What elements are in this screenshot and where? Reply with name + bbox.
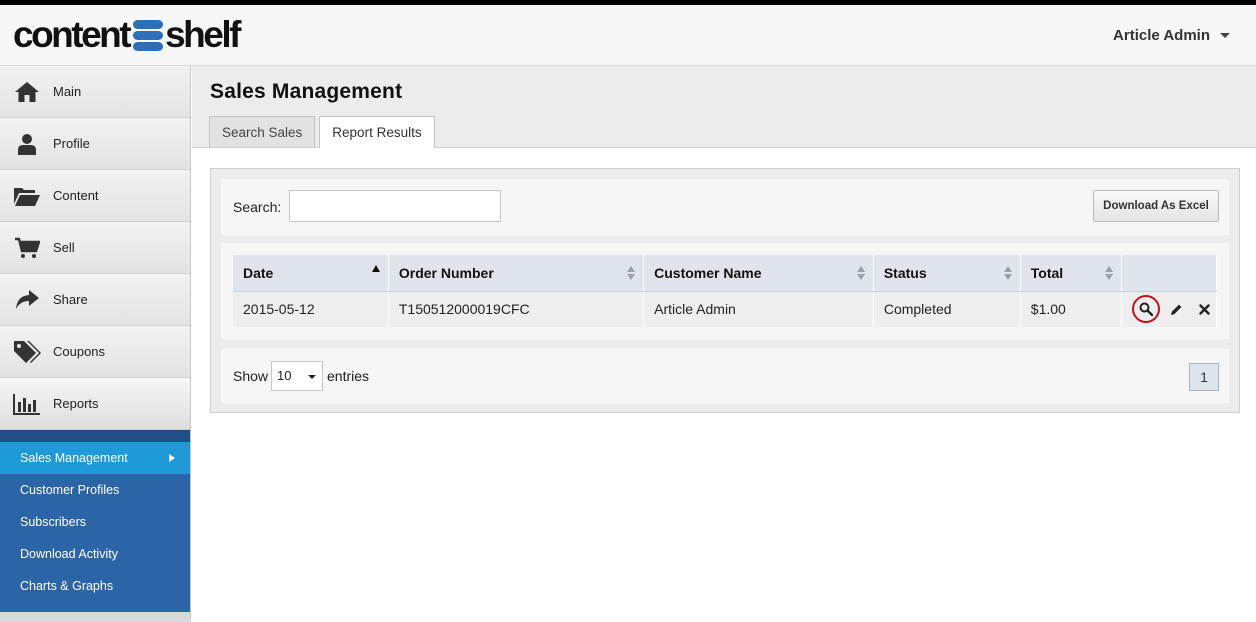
column-header-date[interactable]: Date <box>233 255 389 292</box>
column-header-label: Total <box>1030 264 1064 281</box>
sidebar-item-label: Sell <box>53 240 75 255</box>
sidebar-item-sell[interactable]: Sell <box>0 222 190 274</box>
sidebar: Main Profile Content Sell Share Coupons <box>0 66 191 622</box>
subnav-sales-management[interactable]: Sales Management <box>0 442 190 474</box>
app-header: content shelf Article Admin <box>0 5 1256 66</box>
caret-down-icon <box>1220 33 1230 38</box>
column-header-actions <box>1121 255 1218 292</box>
sidebar-item-content[interactable]: Content <box>0 170 190 222</box>
tab-search-sales[interactable]: Search Sales <box>209 116 316 147</box>
search-input[interactable] <box>289 190 501 222</box>
entries-label: entries <box>327 368 370 384</box>
column-header-status[interactable]: Status <box>873 255 1021 292</box>
column-header-order-number[interactable]: Order Number <box>388 255 645 292</box>
sort-asc-icon <box>371 265 380 272</box>
subnav-download-activity[interactable]: Download Activity <box>0 538 190 570</box>
cell-actions <box>1121 291 1218 327</box>
subnav-label: Subscribers <box>20 515 86 529</box>
logo-text-left: content <box>13 14 132 55</box>
sidebar-item-label: Reports <box>53 396 99 411</box>
subnav-label: Charts & Graphs <box>20 579 114 593</box>
table-footer: Show 10 entries 1 <box>221 349 1229 403</box>
page-title: Sales Management <box>210 80 403 103</box>
table-row: 2015-05-12 T150512000019CFC Article Admi… <box>233 291 1218 327</box>
search-toolbar: Search: Download As Excel <box>221 179 1229 235</box>
reports-subnav: Sales Management Customer Profiles Subsc… <box>0 430 190 612</box>
user-icon <box>0 133 53 155</box>
subnav-label: Customer Profiles <box>20 483 120 497</box>
sidebar-item-share[interactable]: Share <box>0 274 190 326</box>
column-header-label: Date <box>243 264 274 281</box>
arrow-right-icon <box>169 454 175 462</box>
edit-pencil-icon[interactable] <box>1166 298 1188 320</box>
download-excel-button[interactable]: Download As Excel <box>1093 190 1219 222</box>
entries-length-select[interactable]: 10 <box>271 361 323 391</box>
chevron-down-icon <box>308 375 316 379</box>
cell-customer-name: Article Admin <box>643 291 874 327</box>
sidebar-item-label: Coupons <box>53 344 106 359</box>
tags-icon <box>0 340 53 364</box>
sidebar-item-label: Content <box>53 188 99 203</box>
sidebar-item-label: Profile <box>53 136 90 151</box>
column-header-label: Order Number <box>398 264 494 281</box>
cart-icon <box>0 237 53 259</box>
folder-open-icon <box>0 185 53 207</box>
subnav-customer-profiles[interactable]: Customer Profiles <box>0 474 190 506</box>
column-header-customer-name[interactable]: Customer Name <box>643 255 874 292</box>
main-content: Sales Management Search Sales Report Res… <box>192 66 1256 621</box>
user-menu[interactable]: Article Admin <box>1113 27 1230 44</box>
row-actions <box>1131 295 1216 324</box>
column-header-label: Customer Name <box>654 264 762 281</box>
tab-report-results[interactable]: Report Results <box>319 116 435 148</box>
tab-bar: Search Sales Report Results <box>209 116 435 148</box>
entries-length-value: 10 <box>277 368 292 383</box>
results-table-wrap: Date Order Number Customer Name Status T… <box>221 243 1229 339</box>
bar-chart-icon <box>0 393 53 415</box>
sort-icon <box>627 266 636 280</box>
search-label: Search: <box>233 199 282 215</box>
subnav-label: Sales Management <box>20 451 128 465</box>
table-header-row: Date Order Number Customer Name Status T… <box>233 255 1218 292</box>
results-panel: Search: Download As Excel Date Order Num… <box>210 168 1240 413</box>
sort-icon <box>1003 266 1012 280</box>
pagination-page-1[interactable]: 1 <box>1189 363 1219 391</box>
sidebar-item-label: Share <box>53 292 88 307</box>
column-header-label: Status <box>883 264 927 281</box>
subnav-label: Download Activity <box>20 547 118 561</box>
sidebar-item-profile[interactable]: Profile <box>0 118 190 170</box>
cell-status: Completed <box>873 291 1021 327</box>
main-header: Sales Management Search Sales Report Res… <box>192 66 1256 148</box>
sidebar-item-main[interactable]: Main <box>0 66 190 118</box>
results-table: Date Order Number Customer Name Status T… <box>233 255 1218 327</box>
sidebar-item-reports[interactable]: Reports <box>0 378 190 430</box>
cell-date: 2015-05-12 <box>233 291 389 327</box>
subnav-footer <box>0 602 190 612</box>
logo[interactable]: content shelf <box>13 14 241 55</box>
user-name: Article Admin <box>1113 27 1210 44</box>
cell-order-number: T150512000019CFC <box>388 291 645 327</box>
view-search-icon[interactable] <box>1131 295 1160 324</box>
show-label: Show <box>233 368 269 384</box>
sidebar-item-coupons[interactable]: Coupons <box>0 326 190 378</box>
logo-stack-icon <box>133 19 164 51</box>
sidebar-item-label: Main <box>53 84 82 99</box>
subnav-subscribers[interactable]: Subscribers <box>0 506 190 538</box>
sort-icon <box>1104 266 1113 280</box>
share-arrow-icon <box>0 289 53 311</box>
cell-total: $1.00 <box>1020 291 1122 327</box>
sort-icon <box>856 266 865 280</box>
delete-x-icon[interactable] <box>1194 298 1216 320</box>
home-icon <box>0 81 53 103</box>
subnav-charts-graphs[interactable]: Charts & Graphs <box>0 570 190 602</box>
logo-text-right: shelf <box>165 14 241 55</box>
column-header-total[interactable]: Total <box>1020 255 1122 292</box>
